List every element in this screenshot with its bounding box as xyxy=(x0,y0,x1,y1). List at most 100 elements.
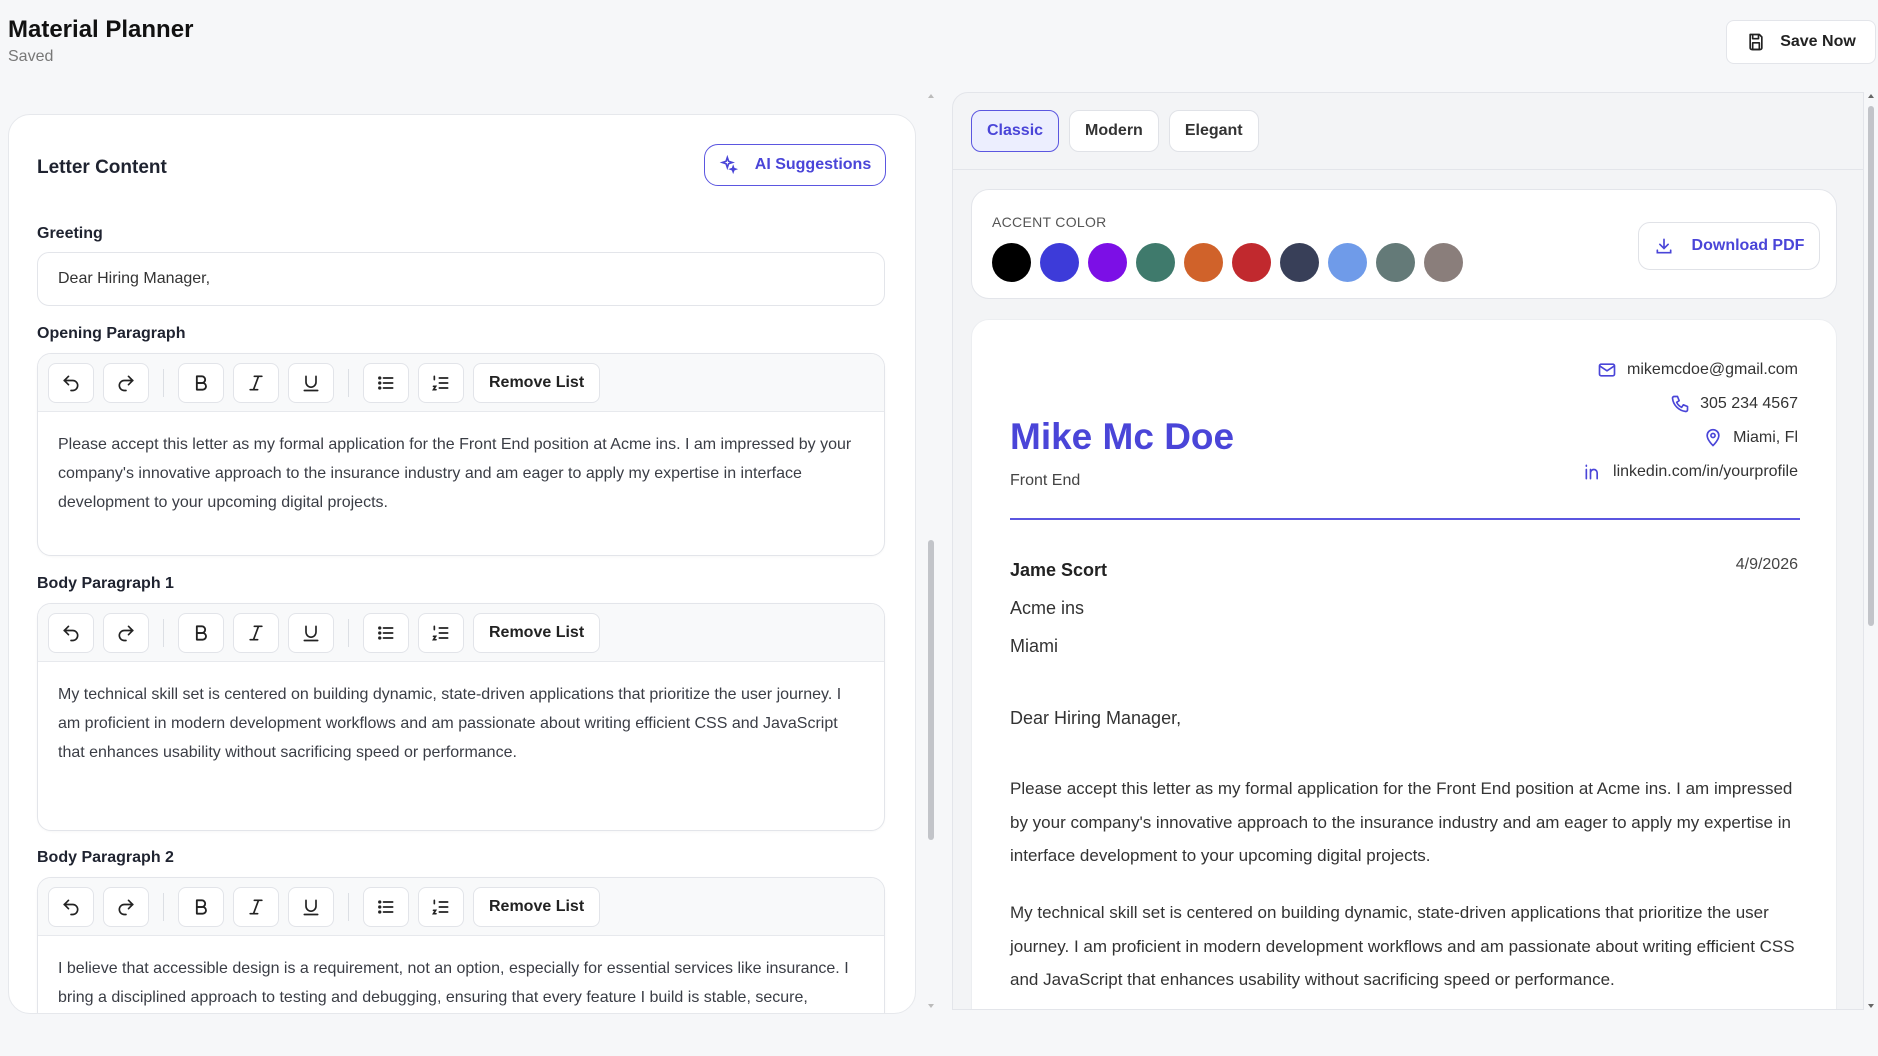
letter-preview: mikemcdoe@gmail.com 305 234 4567 Miami, … xyxy=(971,319,1837,1009)
linkedin-icon xyxy=(1585,464,1599,480)
numbered-list-button[interactable] xyxy=(418,612,464,653)
applicant-name: Mike Mc Doe xyxy=(1010,416,1235,457)
underline-icon xyxy=(303,625,319,641)
contact-email: mikemcdoe@gmail.com xyxy=(1597,360,1798,380)
editor-toolbar: Remove List xyxy=(38,604,884,662)
accent-swatch-2[interactable] xyxy=(1040,243,1079,282)
linkedin-text: linkedin.com/in/yourprofile xyxy=(1613,463,1798,480)
download-pdf-button[interactable]: Download PDF xyxy=(1638,222,1820,270)
underline-icon xyxy=(303,375,319,391)
tab-modern[interactable]: Modern xyxy=(1069,110,1159,152)
letter-paragraph-2: My technical skill set is centered on bu… xyxy=(1010,903,1795,989)
redo-button[interactable] xyxy=(103,612,149,653)
undo-icon xyxy=(63,625,79,641)
italic-button[interactable] xyxy=(233,612,279,653)
greeting-input[interactable] xyxy=(37,252,885,306)
redo-icon xyxy=(118,899,134,915)
bold-button[interactable] xyxy=(178,886,224,927)
body-paragraph-1-text[interactable]: My technical skill set is centered on bu… xyxy=(38,662,884,785)
body-paragraph-2-label: Body Paragraph 2 xyxy=(37,849,174,866)
undo-button[interactable] xyxy=(48,362,94,403)
toolbar-divider xyxy=(348,892,349,921)
letter-paragraph-1: Please accept this letter as my formal a… xyxy=(1010,779,1793,865)
italic-button[interactable] xyxy=(233,362,279,403)
mail-icon xyxy=(1598,363,1616,377)
undo-button[interactable] xyxy=(48,886,94,927)
remove-list-button[interactable]: Remove List xyxy=(473,886,601,927)
bullet-list-button[interactable] xyxy=(363,362,409,403)
italic-icon xyxy=(249,899,263,914)
greeting-label: Greeting xyxy=(37,225,103,242)
opening-paragraph-editor: Remove List Please accept this letter as… xyxy=(37,353,885,556)
template-tabs: Classic Modern Elegant xyxy=(971,110,1259,152)
save-now-button[interactable]: Save Now xyxy=(1726,20,1876,64)
save-now-label: Save Now xyxy=(1780,33,1856,50)
accent-swatch-1[interactable] xyxy=(992,243,1031,282)
undo-button[interactable] xyxy=(48,612,94,653)
accent-swatch-9[interactable] xyxy=(1376,243,1415,282)
preview-scrollbar[interactable] xyxy=(1866,92,1876,1010)
remove-list-button[interactable]: Remove List xyxy=(473,362,601,403)
scroll-thumb[interactable] xyxy=(1868,106,1874,626)
redo-icon xyxy=(118,625,134,641)
body-paragraph-2-editor: Remove List I believe that accessible de… xyxy=(37,877,885,1013)
accent-swatch-7[interactable] xyxy=(1280,243,1319,282)
editor-toolbar: Remove List xyxy=(38,354,884,412)
accent-swatch-10[interactable] xyxy=(1424,243,1463,282)
accent-color-card: ACCENT COLOR Download PDF xyxy=(971,189,1837,299)
left-scrollbar[interactable] xyxy=(927,92,935,1010)
toolbar-divider xyxy=(348,618,349,647)
recipient-name: Jame Scort xyxy=(1010,560,1108,580)
italic-button[interactable] xyxy=(233,886,279,927)
app-title: Material Planner xyxy=(8,16,194,43)
redo-button[interactable] xyxy=(103,362,149,403)
remove-list-button[interactable]: Remove List xyxy=(473,612,601,653)
letter-content-title: Letter Content xyxy=(37,157,167,178)
numbered-list-icon xyxy=(431,625,449,640)
accent-color-label: ACCENT COLOR xyxy=(992,214,1107,230)
body-paragraph-1-editor: Remove List My technical skill set is ce… xyxy=(37,603,885,831)
underline-button[interactable] xyxy=(288,886,334,927)
accent-swatch-4[interactable] xyxy=(1136,243,1175,282)
toolbar-divider xyxy=(163,892,164,921)
toolbar-divider xyxy=(163,618,164,647)
bold-button[interactable] xyxy=(178,612,224,653)
body-paragraph-1-label: Body Paragraph 1 xyxy=(37,575,174,592)
ai-suggestions-label: AI Suggestions xyxy=(754,156,872,173)
scroll-up-icon[interactable] xyxy=(1867,92,1875,100)
ai-suggestions-button[interactable]: AI Suggestions xyxy=(704,144,886,186)
bullet-list-button[interactable] xyxy=(363,886,409,927)
accent-swatch-5[interactable] xyxy=(1184,243,1223,282)
underline-button[interactable] xyxy=(288,612,334,653)
app-header: Material Planner Saved xyxy=(8,16,193,66)
accent-swatches xyxy=(992,243,1463,282)
accent-swatch-8[interactable] xyxy=(1328,243,1367,282)
tab-classic[interactable]: Classic xyxy=(971,110,1060,152)
numbered-list-button[interactable] xyxy=(418,362,464,403)
numbered-list-button[interactable] xyxy=(418,886,464,927)
bold-icon xyxy=(195,624,207,641)
tab-elegant[interactable]: Elegant xyxy=(1168,110,1259,152)
bold-icon xyxy=(195,898,207,915)
redo-button[interactable] xyxy=(103,886,149,927)
phone-icon xyxy=(1671,395,1689,413)
opening-paragraph-text[interactable]: Please accept this letter as my formal a… xyxy=(38,412,884,535)
scroll-thumb[interactable] xyxy=(928,540,934,840)
underline-button[interactable] xyxy=(288,362,334,403)
recipient-city: Miami xyxy=(1010,636,1058,656)
accent-swatch-3[interactable] xyxy=(1088,243,1127,282)
bullet-list-button[interactable] xyxy=(363,612,409,653)
scroll-up-icon[interactable] xyxy=(927,92,935,100)
scroll-down-icon[interactable] xyxy=(927,1002,935,1010)
opening-paragraph-label: Opening Paragraph xyxy=(37,325,186,342)
download-icon xyxy=(1656,238,1672,254)
email-text: mikemcdoe@gmail.com xyxy=(1627,361,1798,378)
italic-icon xyxy=(249,625,263,640)
body-paragraph-2-text[interactable]: I believe that accessible design is a re… xyxy=(38,936,884,1013)
numbered-list-icon xyxy=(431,375,449,390)
underline-icon xyxy=(303,899,319,915)
bold-button[interactable] xyxy=(178,362,224,403)
bullet-list-icon xyxy=(378,375,394,390)
scroll-down-icon[interactable] xyxy=(1867,1002,1875,1010)
accent-swatch-6[interactable] xyxy=(1232,243,1271,282)
